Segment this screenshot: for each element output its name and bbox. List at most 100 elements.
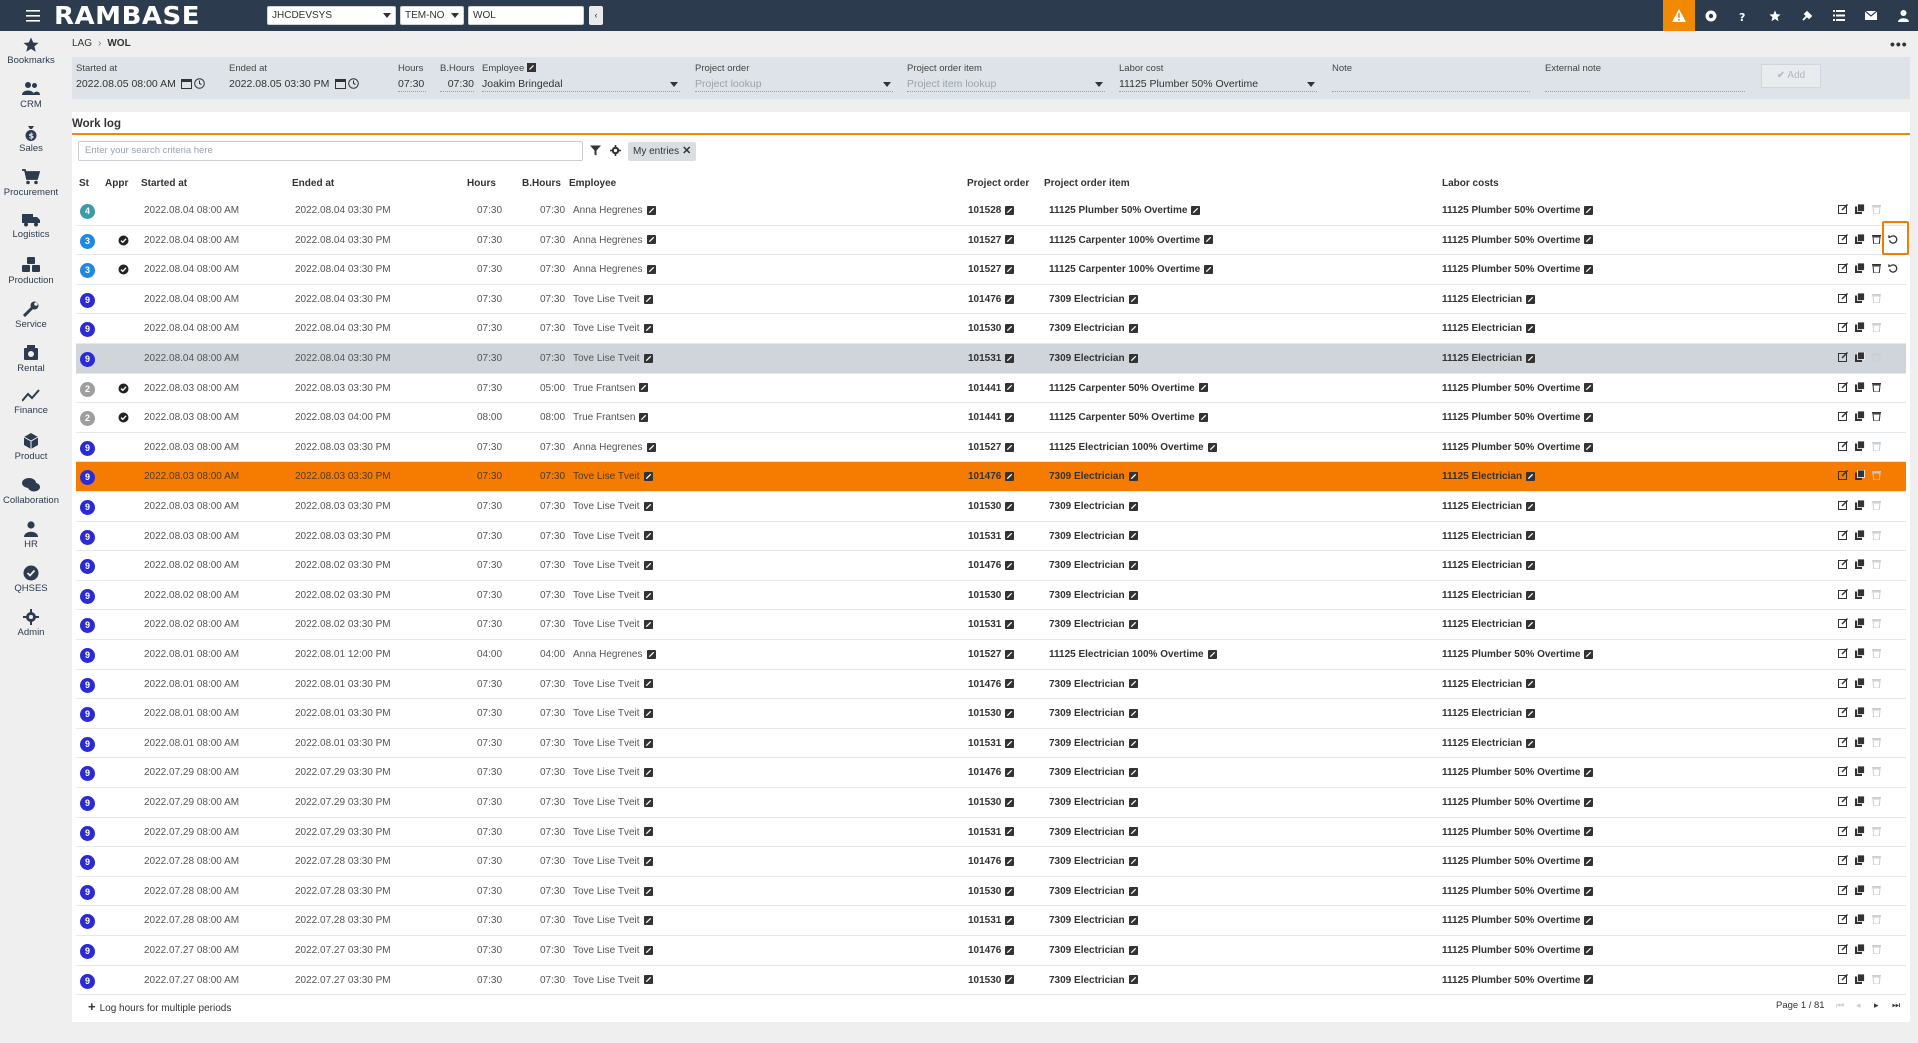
labor-cost-cell[interactable]: 11125 Plumber 50% Overtime — [1442, 758, 1594, 787]
edit-link-icon[interactable] — [1005, 324, 1015, 334]
project-item-cell[interactable]: 7309 Electrician — [1049, 551, 1138, 580]
started-at-value[interactable]: 2022.08.05 08:00 AM — [76, 76, 198, 92]
edit-link-icon[interactable] — [643, 353, 653, 363]
edit-link-icon[interactable] — [1526, 590, 1536, 600]
project-order-cell[interactable]: 101527 — [968, 255, 1015, 284]
project-item-cell[interactable]: 7309 Electrician — [1049, 906, 1138, 935]
project-item-cell[interactable]: 11125 Carpenter 100% Overtime — [1049, 255, 1214, 284]
edit-link-icon[interactable] — [643, 620, 653, 630]
labor-cost-cell[interactable]: 11125 Plumber 50% Overtime — [1442, 433, 1594, 462]
labor-cost-cell[interactable]: 11125 Electrician — [1442, 670, 1536, 699]
table-row[interactable]: 9 2022.08.03 08:00 AM 2022.08.03 03:30 PM 0… — [76, 522, 1906, 552]
edit-link-icon[interactable] — [1128, 620, 1138, 630]
edit-link-icon[interactable] — [643, 768, 653, 778]
project-item-cell[interactable]: 7309 Electrician — [1049, 581, 1138, 610]
table-row[interactable]: 3 2022.08.04 08:00 AM 2022.08.04 03:30 PM 0… — [76, 255, 1906, 285]
edit-link-icon[interactable] — [1584, 649, 1594, 659]
table-row[interactable]: 9 2022.08.04 08:00 AM 2022.08.04 03:30 PM 0… — [76, 285, 1906, 315]
edit-icon[interactable] — [1838, 322, 1848, 333]
edit-link-icon[interactable] — [643, 324, 653, 334]
copy-icon[interactable] — [1855, 233, 1865, 244]
edit-link-icon[interactable] — [1526, 472, 1536, 482]
edit-link-icon[interactable] — [1005, 916, 1015, 926]
edit-link-icon[interactable] — [1198, 383, 1208, 393]
table-row[interactable]: 9 2022.07.27 08:00 AM 2022.07.27 03:30 PM 0… — [76, 966, 1906, 996]
edit-link-icon[interactable] — [1005, 886, 1015, 896]
project-order-cell[interactable]: 101531 — [968, 522, 1015, 551]
project-item-cell[interactable]: 7309 Electrician — [1049, 936, 1138, 965]
project-item-input[interactable]: Project item lookup — [907, 76, 1105, 92]
edit-link-icon[interactable] — [1204, 235, 1214, 245]
edit-link-icon[interactable] — [643, 501, 653, 511]
project-item-cell[interactable]: 11125 Carpenter 50% Overtime — [1049, 374, 1208, 403]
employee-cell[interactable]: Tove Lise Tveit — [573, 847, 653, 876]
nav-collaboration[interactable]: Collaboration — [0, 473, 62, 517]
edit-icon[interactable] — [1838, 529, 1848, 540]
edit-icon[interactable] — [1838, 796, 1848, 806]
edit-link-icon[interactable] — [1128, 886, 1138, 896]
edit-link-icon[interactable] — [1128, 945, 1138, 955]
employee-cell[interactable]: Tove Lise Tveit — [573, 314, 653, 343]
edit-icon[interactable] — [1838, 352, 1848, 362]
project-item-cell[interactable]: 11125 Electrician 100% Overtime — [1049, 640, 1217, 669]
edit-link-icon[interactable] — [1191, 205, 1201, 215]
edit-link-icon[interactable] — [1584, 945, 1594, 955]
project-order-cell[interactable]: 101531 — [968, 906, 1015, 935]
labor-cost-cell[interactable]: 11125 Plumber 50% Overtime — [1442, 877, 1594, 906]
project-order-cell[interactable]: 101531 — [968, 729, 1015, 758]
edit-link-icon[interactable] — [643, 679, 653, 689]
copy-icon[interactable] — [1855, 559, 1865, 570]
edit-link-icon[interactable] — [1526, 679, 1536, 689]
project-order-cell[interactable]: 101531 — [968, 344, 1015, 373]
project-order-cell[interactable]: 101530 — [968, 966, 1015, 995]
copy-icon[interactable] — [1855, 322, 1865, 333]
clock-icon[interactable] — [348, 78, 359, 89]
nav-finance[interactable]: Finance — [0, 385, 62, 429]
column-labor-costs[interactable]: Labor costs — [1442, 178, 1499, 189]
table-row[interactable]: 9 2022.07.28 08:00 AM 2022.07.28 03:30 PM 0… — [76, 906, 1906, 936]
labor-cost-cell[interactable]: 11125 Electrician — [1442, 551, 1536, 580]
copy-icon[interactable] — [1855, 263, 1865, 274]
project-item-cell[interactable]: 7309 Electrician — [1049, 610, 1138, 639]
project-order-cell[interactable]: 101476 — [968, 847, 1015, 876]
edit-link-icon[interactable] — [1128, 679, 1138, 689]
edit-link-icon[interactable] — [1128, 738, 1138, 748]
edit-link-icon[interactable] — [1128, 827, 1138, 837]
edit-link-icon[interactable] — [1005, 738, 1015, 748]
edit-link-icon[interactable] — [1584, 797, 1594, 807]
last-page-icon[interactable]: ⏭ — [1892, 1000, 1900, 1011]
filter-icon[interactable] — [590, 145, 601, 156]
labor-cost-cell[interactable]: 11125 Plumber 50% Overtime — [1442, 403, 1594, 432]
employee-cell[interactable]: Tove Lise Tveit — [573, 699, 653, 728]
project-item-cell[interactable]: 7309 Electrician — [1049, 966, 1138, 995]
delete-icon[interactable] — [1872, 234, 1881, 244]
nav-logistics[interactable]: Logistics — [0, 209, 62, 253]
project-item-field[interactable]: Project order item Project item lookup — [907, 63, 1105, 92]
labor-cost-cell[interactable]: 11125 Plumber 50% Overtime — [1442, 640, 1594, 669]
employee-cell[interactable]: Tove Lise Tveit — [573, 966, 653, 995]
edit-link-icon[interactable] — [1005, 768, 1015, 778]
link-icon[interactable] — [526, 63, 536, 72]
copy-icon[interactable] — [1855, 766, 1865, 777]
edit-icon[interactable] — [1838, 588, 1848, 599]
edit-link-icon[interactable] — [1128, 353, 1138, 363]
project-order-cell[interactable]: 101476 — [968, 758, 1015, 787]
edit-link-icon[interactable] — [1005, 383, 1015, 393]
edit-link-icon[interactable] — [1128, 709, 1138, 719]
employee-cell[interactable]: Anna Hegrenes — [573, 226, 656, 255]
copy-icon[interactable] — [1855, 944, 1865, 954]
edit-link-icon[interactable] — [1005, 265, 1015, 275]
edit-link-icon[interactable] — [1005, 294, 1015, 304]
project-item-cell[interactable]: 11125 Electrician 100% Overtime — [1049, 433, 1217, 462]
table-row[interactable]: 3 2022.08.04 08:00 AM 2022.08.04 03:30 PM 0… — [76, 226, 1906, 256]
edit-link-icon[interactable] — [639, 413, 649, 423]
project-order-cell[interactable]: 101476 — [968, 551, 1015, 580]
started-at-field[interactable]: Started at 2022.08.05 08:00 AM — [76, 63, 198, 92]
database-select[interactable]: JHCDEVSYS — [267, 6, 396, 25]
external-note-input[interactable] — [1545, 76, 1745, 92]
project-item-cell[interactable]: 7309 Electrician — [1049, 877, 1138, 906]
list-icon[interactable] — [1823, 0, 1855, 31]
labor-cost-cell[interactable]: 11125 Electrician — [1442, 729, 1536, 758]
copy-icon[interactable] — [1855, 440, 1865, 451]
edit-link-icon[interactable] — [1005, 353, 1015, 363]
